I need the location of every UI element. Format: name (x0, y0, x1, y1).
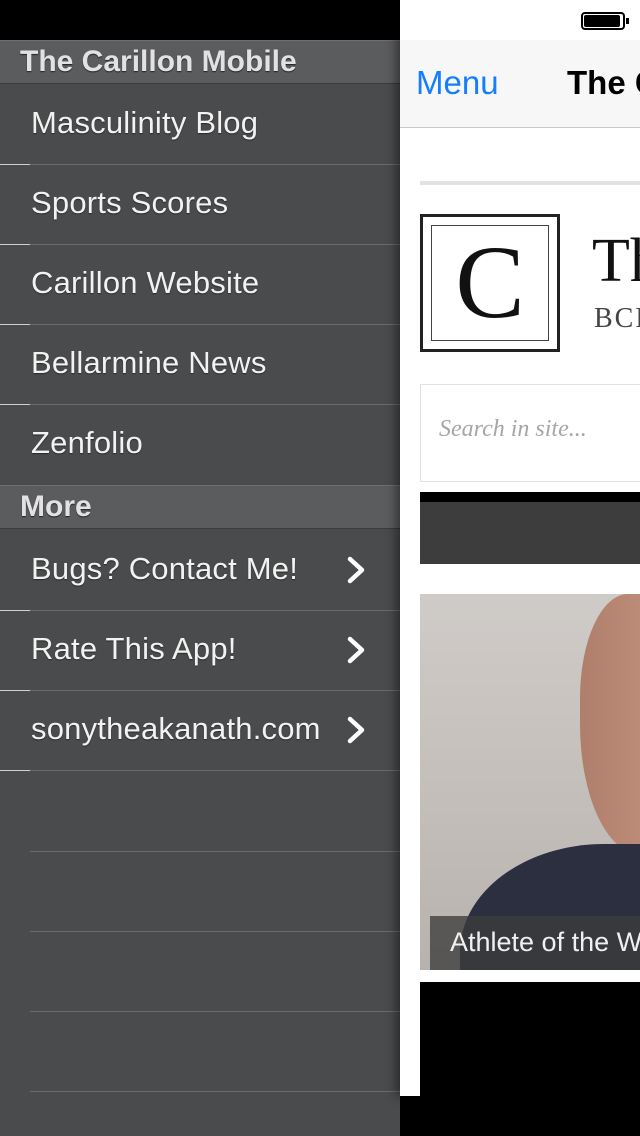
chevron-right-icon (347, 636, 365, 664)
sidebar-item-website[interactable]: sonytheakanath.com (0, 691, 400, 771)
side-menu: The Carillon Mobile Masculinity Blog Spo… (0, 0, 400, 1136)
sidebar-item-masculinity-blog[interactable]: Masculinity Blog (0, 85, 400, 165)
empty-row-divider (30, 931, 400, 932)
sidebar-item-label: Sports Scores (31, 185, 229, 220)
menu-button[interactable]: Menu (416, 64, 499, 102)
sidebar-header: The Carillon Mobile (0, 40, 400, 84)
sidebar-item-zenfolio[interactable]: Zenfolio (0, 405, 400, 485)
photo-caption-text: Athlete of the W (450, 927, 640, 957)
nav-title: The C (567, 64, 640, 101)
site-logo[interactable]: C (420, 214, 560, 352)
site-title: Th (592, 227, 640, 295)
empty-row-divider (30, 1011, 400, 1012)
sidebar-item-carillon-website[interactable]: Carillon Website (0, 245, 400, 325)
sidebar-item-rate-app[interactable]: Rate This App! (0, 611, 400, 691)
featured-photo[interactable] (420, 594, 640, 970)
more-section-title: More (20, 490, 92, 523)
sidebar-item-label: Masculinity Blog (31, 105, 259, 140)
sidebar-item-contact[interactable]: Bugs? Contact Me! (0, 531, 400, 611)
content-panel[interactable]: Menu The C C Th BCP Athlete of the W (400, 0, 640, 1096)
sidebar-item-label: Bugs? Contact Me! (31, 551, 299, 586)
chevron-right-icon (347, 716, 365, 744)
sidebar-item-sports-scores[interactable]: Sports Scores (0, 165, 400, 245)
divider (30, 770, 400, 771)
photo-caption[interactable]: Athlete of the W (430, 916, 640, 970)
sidebar-item-label: Bellarmine News (31, 345, 267, 380)
sidebar-item-label: sonytheakanath.com (31, 711, 321, 746)
sidebar-header-title: The Carillon Mobile (20, 45, 297, 78)
search-input[interactable] (437, 415, 640, 444)
more-section-header: More (0, 485, 400, 529)
status-bar (0, 0, 400, 40)
content-block (420, 982, 640, 1096)
site-nav-strip[interactable] (420, 492, 640, 564)
divider (420, 181, 640, 185)
sidebar-item-label: Carillon Website (31, 265, 260, 300)
nav-bar: Menu The C (400, 40, 640, 128)
sidebar-item-label: Zenfolio (31, 425, 143, 460)
site-subtitle: BCP (594, 303, 640, 334)
search-box[interactable] (420, 384, 640, 482)
empty-row-divider (30, 1091, 400, 1092)
empty-row-divider (30, 851, 400, 852)
chevron-right-icon (347, 556, 365, 584)
sidebar-item-label: Rate This App! (31, 631, 237, 666)
logo-letter: C (431, 225, 549, 341)
sidebar-item-bellarmine-news[interactable]: Bellarmine News (0, 325, 400, 405)
battery-icon (581, 12, 629, 30)
